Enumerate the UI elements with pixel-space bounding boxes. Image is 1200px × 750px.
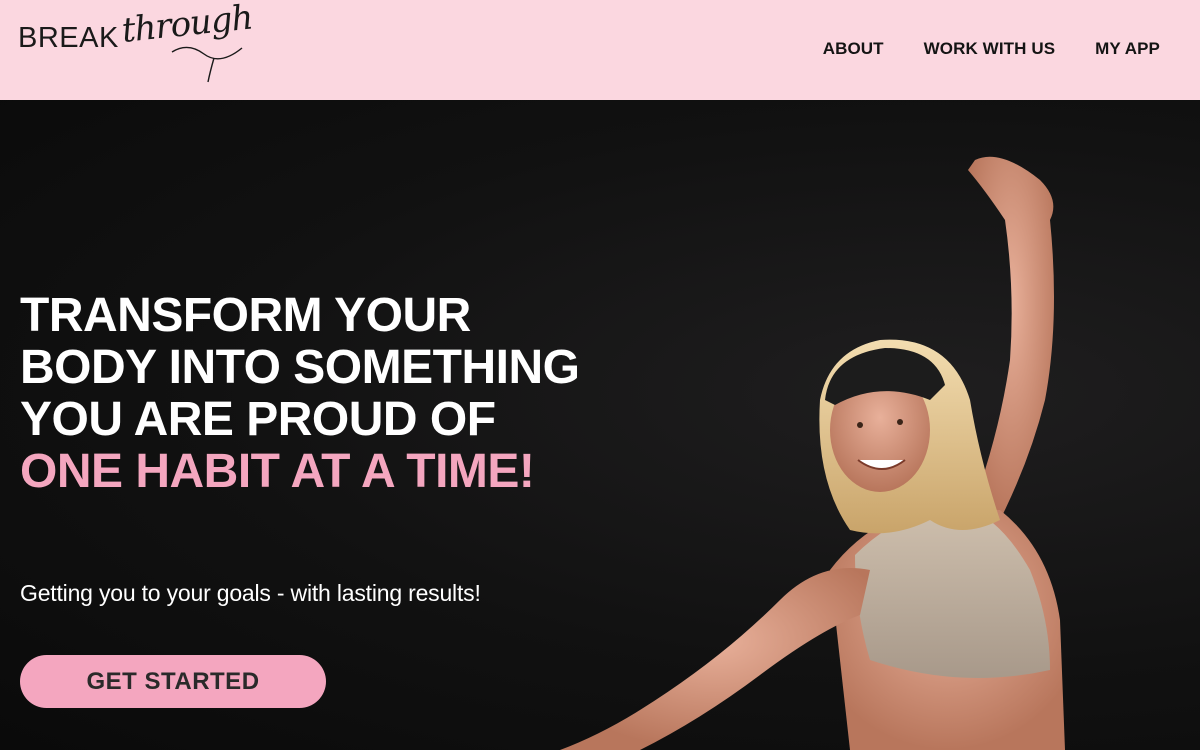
nav-my-app[interactable]: MY APP (1095, 38, 1160, 60)
logo-flourish-icon (171, 46, 243, 83)
logo-wordmark-caps: BREAK (18, 22, 119, 54)
hero-section: TRANSFORM YOUR BODY INTO SOMETHING YOU A… (0, 100, 1200, 750)
main-nav: ABOUT WORK WITH US MY APP (823, 38, 1160, 60)
headline-main-text: TRANSFORM YOUR BODY INTO SOMETHING YOU A… (20, 289, 580, 446)
site-header: BREAK through ABOUT WORK WITH US MY APP (0, 0, 1200, 100)
nav-work-with-us[interactable]: WORK WITH US (924, 38, 1056, 60)
headline-accent-text: ONE HABIT AT A TIME! (20, 445, 535, 498)
logo-wordmark-script: through (119, 0, 255, 51)
nav-about[interactable]: ABOUT (823, 38, 884, 60)
hero-subheadline: Getting you to your goals - with lasting… (20, 580, 481, 606)
brand-logo[interactable]: BREAK through (18, 0, 254, 83)
hero-headline: TRANSFORM YOUR BODY INTO SOMETHING YOU A… (20, 290, 600, 498)
get-started-button[interactable]: GET STARTED (20, 655, 326, 708)
